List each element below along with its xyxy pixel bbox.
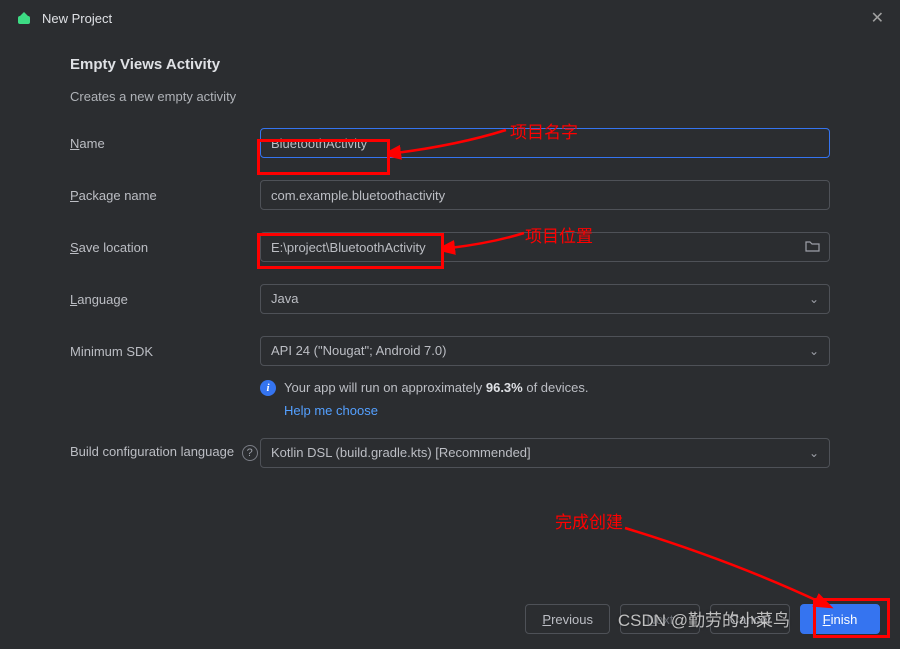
buildcfg-value: Kotlin DSL (build.gradle.kts) [Recommend… [271,439,531,467]
chevron-down-icon: ⌄ [809,337,819,365]
label-name: Name [70,136,260,151]
annotation-finish: 完成创建 [555,508,623,533]
language-value: Java [271,285,298,313]
buildcfg-select[interactable]: Kotlin DSL (build.gradle.kts) [Recommend… [260,438,830,468]
watermark: CSDN @勤劳的小菜鸟 [618,606,790,631]
chevron-down-icon: ⌄ [809,285,819,313]
package-input[interactable] [260,180,830,210]
page-heading: Empty Views Activity [70,56,830,73]
close-icon[interactable]: ✕ [867,4,888,32]
name-input[interactable] [260,128,830,158]
page-subtitle: Creates a new empty activity [70,89,830,104]
android-studio-icon [16,10,32,26]
info-icon: i [260,380,276,396]
previous-button[interactable]: Previous [525,604,610,634]
label-minsdk: Minimum SDK [70,344,260,359]
row-buildcfg: Build configuration language ? Kotlin DS… [70,438,830,468]
row-save-location: Save location [70,232,830,262]
minsdk-value: API 24 ("Nougat"; Android 7.0) [271,337,446,365]
label-save-location: Save location [70,240,260,255]
finish-button[interactable]: Finish [800,604,880,634]
label-package: Package name [70,188,260,203]
window-title: New Project [42,11,867,26]
help-icon[interactable]: ? [242,445,258,461]
chevron-down-icon: ⌄ [809,439,819,467]
sdk-info-text: Your app will run on approximately 96.3%… [284,378,589,422]
folder-icon[interactable] [805,239,820,255]
row-language: Language Java ⌄ [70,284,830,314]
language-select[interactable]: Java ⌄ [260,284,830,314]
row-package: Package name [70,180,830,210]
help-me-choose-link[interactable]: Help me choose [284,401,378,422]
dialog-content: Empty Views Activity Creates a new empty… [0,36,900,468]
label-language: Language [70,292,260,307]
row-minsdk: Minimum SDK API 24 ("Nougat"; Android 7.… [70,336,830,366]
label-buildcfg: Build configuration language ? [70,444,260,461]
titlebar: New Project ✕ [0,0,900,36]
row-name: Name [70,128,830,158]
minsdk-select[interactable]: API 24 ("Nougat"; Android 7.0) ⌄ [260,336,830,366]
sdk-info: i Your app will run on approximately 96.… [260,378,830,422]
save-location-input[interactable] [260,232,830,262]
